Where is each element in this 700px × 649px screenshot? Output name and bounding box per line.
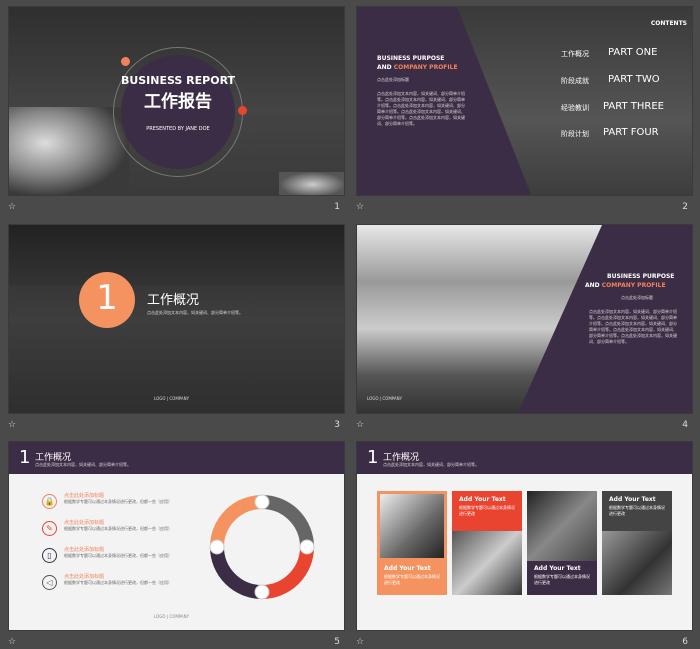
body: 点击此处添加文本内容，如关键词、部分简单介绍等。点击此处添加文本内容，如关键词、… (377, 91, 465, 126)
star-icon: ☆ (8, 420, 17, 430)
forest-image (9, 225, 344, 285)
snow-image (279, 172, 344, 195)
contents-label: CONTENTS (650, 20, 687, 27)
star-icon: ☆ (356, 202, 365, 212)
section-number: 1 (19, 447, 31, 468)
card-label: Add Your Text (384, 565, 431, 572)
item-body: 根据数学专题可以通过本身情况进行更改，但都一些（应用） (64, 553, 172, 558)
photo (527, 491, 597, 561)
card-label: Add Your Text (534, 565, 581, 572)
section-number: 1 (96, 278, 118, 318)
slide-4-thumbnail[interactable]: BUSINESS PURPOSE AND COMPANY PROFILE 点击此… (356, 224, 693, 414)
slide-number: 1 (334, 202, 340, 212)
logo-company: LOGO | COMPANY (154, 614, 190, 619)
heading-line2: AND COMPANY PROFILE (377, 64, 458, 71)
title-circle (121, 55, 235, 169)
title-cn: 工作报告 (144, 92, 212, 112)
part-cn: 阶段计划 (561, 130, 589, 138)
part-cn: 经验教训 (561, 104, 589, 112)
slide-sorter: BUSINESS REPORT 工作报告 PRESENTED BY JANE D… (0, 0, 700, 649)
slide-number: 3 (334, 420, 340, 430)
part-cn: 工作概况 (561, 50, 589, 58)
item-body: 根据数学专题可以通过本身情况进行更改，但都一些（应用） (64, 526, 172, 531)
item-head: 点击此处添加标题 (64, 574, 105, 580)
desc: 点击此处添加标题 (377, 77, 409, 82)
card-body: 根据数学专题可以通过本身情况进行更改 (609, 505, 665, 516)
snow-rock-image (9, 107, 129, 195)
ring-diagram (209, 494, 315, 600)
book-icon: ▯ (42, 548, 57, 563)
card-body: 根据数学专题可以通过本身情况进行更改 (459, 505, 515, 516)
star-icon: ☆ (356, 420, 365, 430)
heading-line1: BUSINESS PURPOSE (377, 55, 445, 62)
part-en: PART FOUR (603, 127, 659, 138)
card-label: Add Your Text (609, 496, 656, 503)
item-head: 点击此处添加标题 (64, 520, 105, 526)
slide-6-thumbnail[interactable]: 1 工作概况 点击此处添加文本内容，如关键词、部分简单介绍等。 Add Your… (356, 441, 693, 631)
photo (380, 494, 444, 558)
photo (452, 531, 522, 595)
card-body: 根据数学专题可以通过本身情况进行更改 (534, 574, 590, 585)
section-sub: 点击此处添加文本内容，如关键词、部分简单介绍等。 (147, 310, 243, 315)
heading-line2: AND COMPANY PROFILE (585, 282, 666, 289)
item-body: 根据数学专题可以通过本身情况进行更改，但都一些（应用） (64, 580, 172, 585)
slide-number: 2 (682, 202, 688, 212)
item-head: 点击此处添加标题 (64, 493, 105, 499)
title-en: BUSINESS REPORT (120, 74, 236, 87)
edit-icon: ✎ (42, 521, 57, 536)
section-sub: 点击此处添加文本内容，如关键词、部分简单介绍等。 (35, 462, 131, 467)
slide-2-thumbnail[interactable]: CONTENTS BUSINESS PURPOSE AND COMPANY PR… (356, 6, 693, 196)
body: 点击此处添加文本内容，如关键词、部分简单介绍等。点击此处添加文本内容，如关键词、… (589, 309, 677, 344)
slide-5-thumbnail[interactable]: 1 工作概况 点击此处添加文本内容，如关键词、部分简单介绍等。 🔒 点击此处添加… (8, 441, 345, 631)
slide-1-thumbnail[interactable]: BUSINESS REPORT 工作报告 PRESENTED BY JANE D… (8, 6, 345, 196)
section-number: 1 (367, 447, 379, 468)
star-icon: ☆ (8, 202, 17, 212)
star-icon: ☆ (8, 637, 17, 647)
logo-company: LOGO | COMPANY (367, 396, 403, 401)
heading-line1: BUSINESS PURPOSE (607, 273, 675, 280)
slide-number: 6 (682, 637, 688, 647)
presenter: PRESENTED BY JANE DOE (146, 126, 210, 132)
dot-red (238, 106, 247, 115)
star-icon: ☆ (356, 637, 365, 647)
part-en: PART ONE (608, 47, 658, 58)
part-en: PART TWO (608, 74, 660, 85)
card-body: 根据数学专题可以通过本身情况进行更改 (384, 574, 440, 585)
logo-company: LOGO | COMPANY (154, 396, 190, 401)
item-head: 点击此处添加标题 (64, 547, 105, 553)
slide-number: 4 (682, 420, 688, 430)
slide-number: 5 (334, 637, 340, 647)
megaphone-icon: ◁ (42, 575, 57, 590)
item-body: 根据数学专题可以通过本身情况进行更改，但都一些（应用） (64, 499, 172, 504)
card-label: Add Your Text (459, 496, 506, 503)
slide-3-thumbnail[interactable]: 1 工作概况 点击此处添加文本内容，如关键词、部分简单介绍等。 LOGO | C… (8, 224, 345, 414)
photo (602, 531, 672, 595)
section-sub: 点击此处添加文本内容，如关键词、部分简单介绍等。 (383, 462, 479, 467)
part-cn: 阶段成就 (561, 77, 589, 85)
section-title: 工作概况 (147, 293, 200, 308)
dot-orange (121, 57, 130, 66)
lock-icon: 🔒 (42, 494, 57, 509)
desc: 点击此处添加标题 (621, 295, 653, 300)
part-en: PART THREE (603, 101, 664, 112)
